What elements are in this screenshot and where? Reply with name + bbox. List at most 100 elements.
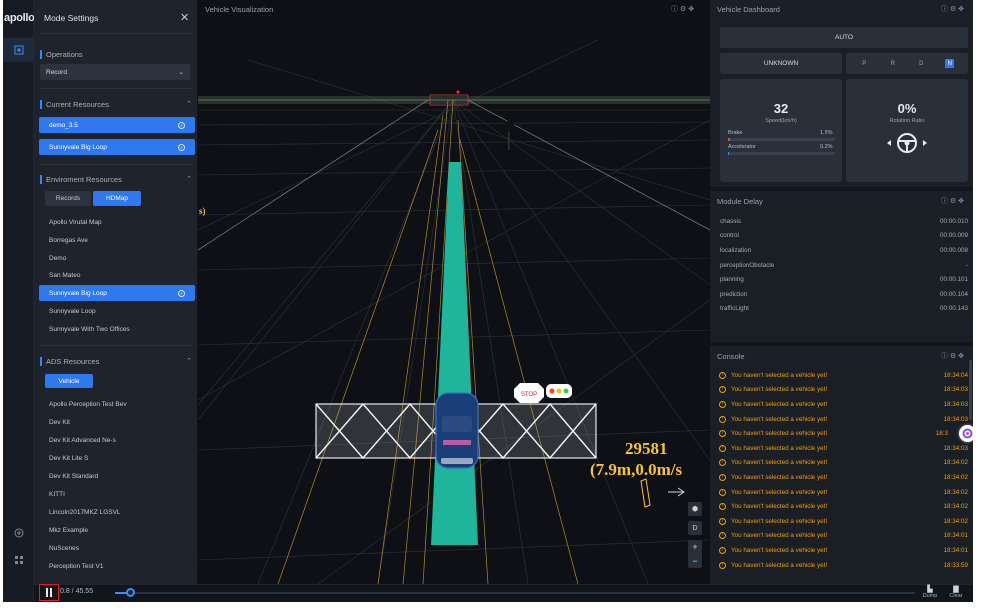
console-list[interactable]: ! You haven't selected a vehicle yet! 18:3… (710, 368, 973, 581)
console-message: You haven't selected a vehicle yet! (731, 415, 828, 423)
vehicle-item[interactable]: KITTI (39, 486, 195, 502)
dump-button[interactable]: ▙ Dump (922, 585, 938, 599)
console-row: ! You haven't selected a vehicle yet! 18:3… (719, 514, 968, 529)
vehicle-item[interactable]: Mkz Example (39, 522, 195, 538)
playback-time: 0.8 / 45.55 (60, 588, 94, 595)
tab-hdmap[interactable]: HDMap (93, 191, 141, 206)
current-resource-item[interactable]: Sunnyvale Big Loop ✓ (39, 139, 195, 155)
offscreen-label: s) (199, 206, 206, 216)
console-scrollbar[interactable] (969, 360, 972, 420)
hdmap-item[interactable]: Sunnyvale Loop (39, 303, 195, 319)
warning-icon: ! (719, 459, 726, 467)
vehicle-status-button[interactable]: UNKNOWN (720, 53, 842, 74)
driving-mode-button[interactable]: AUTO (720, 27, 968, 48)
module-delay-header-icons[interactable]: ⓘ⚙✥ (941, 196, 966, 206)
module-time: 00:00.010 (939, 217, 968, 225)
module-time: - (965, 261, 968, 269)
playback-track[interactable] (115, 592, 915, 594)
move-icon[interactable]: ✥ (688, 6, 696, 13)
module-delay-row: trafficLight 00:00.143 (720, 302, 968, 317)
gear-n[interactable]: N (945, 59, 955, 68)
assistant-icon (962, 428, 973, 439)
move-icon[interactable]: ✥ (958, 6, 966, 13)
mode-settings-rail-button[interactable] (3, 38, 34, 62)
vehicle-item[interactable]: Lincoln2017MKZ LGSVL (39, 504, 195, 520)
console-message: You haven't selected a vehicle yet! (731, 517, 828, 525)
gear-selector[interactable]: P R D N (846, 53, 968, 74)
console-message: You haven't selected a vehicle yet! (731, 488, 828, 496)
hdmap-item[interactable]: San Mateo (39, 267, 195, 283)
pause-button[interactable] (39, 584, 59, 601)
add-rail-button[interactable] (3, 521, 34, 545)
tab-records[interactable]: Records (45, 191, 91, 206)
help-icon[interactable]: ⓘ (941, 353, 950, 360)
console-message: You haven't selected a vehicle yet! (731, 386, 828, 394)
check-circle-icon: ✓ (178, 289, 185, 297)
hdmap-item-selected[interactable]: Sunnyvale Big Loop ✓ (39, 285, 195, 301)
gear-d[interactable]: D (917, 59, 926, 68)
gear-icon[interactable]: ⚙ (950, 353, 958, 360)
console-message: You haven't selected a vehicle yet! (731, 473, 828, 481)
clear-button[interactable]: ▇ Clear (948, 585, 964, 599)
module-delay-row: perceptionObstacle - (720, 258, 968, 273)
hdmap-label: Apollo Virutal Map (49, 218, 102, 226)
hdmap-label: Borregas Ave (49, 236, 88, 244)
gear-icon[interactable]: ⚙ (950, 198, 958, 205)
stop-sign: STOP (514, 383, 544, 403)
vehicle-item[interactable]: Dev Kit Lite S (39, 450, 195, 466)
vehicle-visualization[interactable]: STOP 29581 (7.9m,0.0m/s s) Vehicle Visua… (198, 0, 710, 584)
zoom-out-button[interactable]: − (688, 554, 702, 568)
console-message: You haven't selected a vehicle yet! (731, 561, 828, 569)
hdmap-item[interactable]: Borregas Ave (39, 232, 195, 248)
rotation-value: 0% (897, 101, 917, 116)
vehicle-label: Dev Kit Lite S (49, 454, 89, 462)
viz-header-icons[interactable]: ⓘ⚙✥ (671, 4, 696, 14)
zoom-in-button[interactable]: + (688, 540, 702, 554)
env-resources-header[interactable]: Enviroment Resources ⌃ (40, 172, 192, 186)
vehicle-item[interactable]: Dev Kit Advanced Ne-s (39, 432, 195, 448)
module-name: trafficLight (720, 305, 749, 313)
vehicle-item[interactable]: Dev Kit Standard (39, 468, 195, 484)
gear-r[interactable]: R (888, 59, 897, 68)
grid-rail-button[interactable] (3, 548, 34, 572)
vehicle-item[interactable]: NuScenes (39, 540, 195, 556)
tab-vehicle[interactable]: Vehicle (45, 374, 93, 388)
vehicle-item[interactable]: Apollo Perception Test Bev (39, 396, 195, 412)
assistant-bubble[interactable] (959, 425, 973, 442)
playback-handle[interactable] (126, 588, 135, 597)
hdmap-item[interactable]: Demo (39, 250, 195, 266)
console-message: You haven't selected a vehicle yet! (731, 503, 828, 511)
scene-canvas[interactable]: STOP 29581 (7.9m,0.0m/s s) (198, 0, 710, 584)
vehicle-item[interactable]: Dev Kit (39, 414, 195, 430)
console-row: ! You haven't selected a vehicle yet! 18:3… (719, 412, 968, 427)
module-time: 00:00.008 (939, 246, 968, 254)
view-mode-button[interactable]: D (688, 521, 702, 535)
help-icon[interactable]: ⓘ (671, 6, 680, 13)
steering-wheel-icon (887, 133, 927, 153)
current-resources-header[interactable]: Current Resources ⌃ (40, 97, 192, 111)
gear-p[interactable]: P (860, 59, 869, 68)
current-resource-item[interactable]: demo_3.5 ✓ (39, 117, 195, 133)
help-icon[interactable]: ⓘ (941, 198, 950, 205)
warning-icon: ! (719, 400, 726, 408)
module-name: chassis (720, 217, 741, 225)
hdmap-item[interactable]: Sunnyvale With Two Offices (39, 321, 195, 337)
brake-value: 1.5% (820, 130, 833, 136)
hdmap-item[interactable]: Apollo Virutal Map (39, 214, 195, 230)
operations-select[interactable]: Record ⌄ (40, 64, 190, 80)
move-icon[interactable]: ✥ (958, 198, 966, 205)
app-window: apollo Mode Settings ✕ Operations Record… (3, 0, 973, 602)
module-name: perceptionObstacle (720, 261, 775, 269)
console-header-icons[interactable]: ⓘ⚙✥ (941, 351, 966, 361)
chevron-up-icon: ⌃ (186, 358, 192, 365)
gear-icon[interactable]: ⚙ (950, 6, 958, 13)
view-cube-button[interactable]: ⬢ (688, 502, 702, 516)
close-icon[interactable]: ✕ (180, 11, 189, 24)
ads-resources-header[interactable]: ADS Resources ⌃ (40, 354, 192, 368)
dashboard-header-icons[interactable]: ⓘ⚙✥ (941, 4, 966, 14)
add-circle-icon (14, 528, 23, 538)
move-icon[interactable]: ✥ (958, 353, 966, 360)
section-marker (40, 99, 42, 109)
help-icon[interactable]: ⓘ (941, 6, 950, 13)
vehicle-item[interactable]: Perception Test V1 (39, 558, 195, 574)
